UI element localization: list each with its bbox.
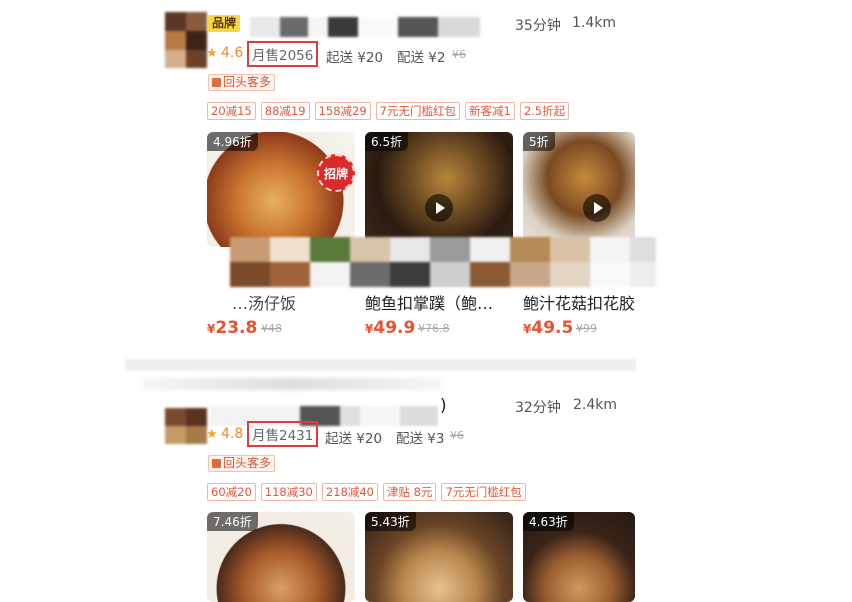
dish-name: …汤仔饭 <box>232 294 297 313</box>
discount-badge: 7.46折 <box>207 512 258 531</box>
promo-tags-2: 60减20 118减30 218减40 津贴 8元 7元无门槛红包 <box>207 483 526 501</box>
dish-card-2[interactable]: 5.43折 <box>365 512 513 602</box>
dish-card-1[interactable]: 4.96折 招牌 <box>207 132 355 247</box>
promo-tag: 新客减1 <box>464 102 515 120</box>
brand-badge: 品牌 <box>208 15 241 32</box>
dish-price: ¥49.9 <box>365 318 416 338</box>
distance: 1.4km <box>572 15 617 31</box>
discount-badge: 5.43折 <box>365 512 416 531</box>
repeat-customer-tag: 回头客多 <box>208 74 276 91</box>
promo-tag: 津贴 8元 <box>382 483 437 501</box>
min-order: 起送 ¥20 <box>325 431 383 447</box>
promo-tag: 7元无门槛红包 <box>375 102 460 120</box>
dish-card-1[interactable]: 7.46折 <box>207 512 355 602</box>
star-icon: ★ <box>206 427 218 442</box>
original-price: ¥48 <box>261 322 282 335</box>
rating: 4.8 <box>221 426 244 442</box>
store-name-2-blurred <box>210 406 438 426</box>
promo-tag: 60减20 <box>207 483 256 501</box>
promo-tag: 7元无门槛红包 <box>441 483 526 501</box>
promo-tag: 20减15 <box>207 102 256 120</box>
store-name-1-blurred <box>250 17 480 37</box>
dish-card-3[interactable]: 4.63折 <box>523 512 635 602</box>
delivery-time: 35分钟 <box>515 18 561 34</box>
discount-badge: 4.63折 <box>523 512 574 531</box>
monthly-sales-highlight: 月售2056 <box>247 41 319 67</box>
star-icon: ★ <box>206 46 218 61</box>
blurred-divider-strip <box>142 378 442 390</box>
discount-badge: 5折 <box>523 132 555 151</box>
delivery-fee-original: ¥6 <box>450 429 464 442</box>
blurred-overlay <box>230 237 656 287</box>
section-divider <box>125 359 636 371</box>
original-price: ¥99 <box>576 322 597 335</box>
promo-tag: 2.5折起 <box>519 102 570 120</box>
promo-tag: 88减19 <box>260 102 310 120</box>
min-order: 起送 ¥20 <box>326 50 384 66</box>
discount-badge: 6.5折 <box>365 132 409 151</box>
store-name-tail: ) <box>440 396 447 416</box>
rating: 4.6 <box>221 45 244 61</box>
dish-card-3[interactable]: 5折 <box>523 132 635 247</box>
dish-price: ¥49.5 <box>523 318 574 338</box>
discount-badge: 4.96折 <box>207 132 258 151</box>
bookmark-icon <box>212 459 221 468</box>
delivery-fee: 配送 ¥2 <box>397 50 446 66</box>
store-logo-2 <box>165 408 207 444</box>
play-icon[interactable] <box>583 194 611 222</box>
distance: 2.4km <box>573 397 618 413</box>
signature-badge: 招牌 <box>317 154 355 192</box>
delivery-fee: 配送 ¥3 <box>396 431 445 447</box>
delivery-time: 32分钟 <box>515 400 561 416</box>
dish-name: 鲍鱼扣掌蹼（鲍… <box>365 294 494 313</box>
repeat-customer-tag: 回头客多 <box>208 455 276 472</box>
delivery-fee-original: ¥6 <box>452 48 466 61</box>
dish-name: 鲍汁花菇扣花胶 <box>523 294 636 313</box>
bookmark-icon <box>212 78 221 87</box>
dish-card-2[interactable]: 6.5折 <box>365 132 513 247</box>
store-logo-1 <box>165 12 207 68</box>
original-price: ¥76.8 <box>418 322 450 335</box>
promo-tag: 218减40 <box>321 483 378 501</box>
play-icon[interactable] <box>425 194 453 222</box>
monthly-sales-highlight: 月售2431 <box>247 421 319 447</box>
promo-tags-1: 20减15 88减19 158减29 7元无门槛红包 新客减1 2.5折起 <box>207 102 570 120</box>
dish-price: ¥23.8 <box>207 318 258 338</box>
promo-tag: 118减30 <box>260 483 317 501</box>
promo-tag: 158减29 <box>314 102 371 120</box>
